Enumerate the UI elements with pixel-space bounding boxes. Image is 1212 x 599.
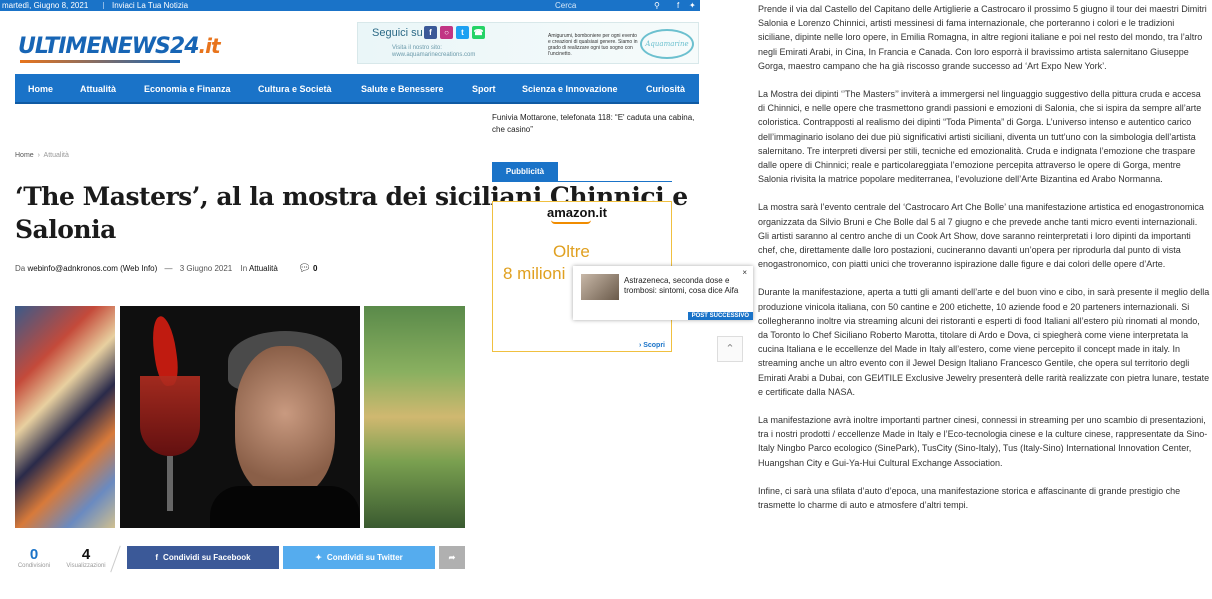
- share-arrow-icon: ➦: [448, 553, 456, 562]
- top-bar-divider: [103, 2, 104, 9]
- views-counter: 4 Visualizzazioni: [62, 546, 110, 569]
- meta-by-label: Da: [15, 264, 26, 273]
- next-post-thumbnail[interactable]: [581, 274, 619, 300]
- ad-section-divider: [492, 181, 672, 182]
- article-body: Prende il via dal Castello del Capitano …: [758, 2, 1210, 526]
- main-navigation: Home Attualità Economia e Finanza Cultur…: [15, 74, 699, 104]
- article-paragraph: Durante la manifestazione, aperta a tutt…: [758, 287, 1210, 397]
- category-link[interactable]: Attualità: [249, 264, 278, 273]
- amazon-scopri-link[interactable]: › Scopri: [639, 342, 665, 349]
- meta-dash: —: [164, 264, 173, 273]
- share-more-button[interactable]: ➦: [439, 546, 465, 569]
- article-paragraph: La manifestazione avrà inoltre important…: [758, 415, 1208, 468]
- twitter-icon[interactable]: t: [456, 26, 469, 39]
- breadcrumb-home[interactable]: Home: [15, 152, 34, 159]
- article-paragraph: La mostra sarà l’evento centrale del ‘Ca…: [758, 202, 1204, 270]
- wine-glass-shape: [140, 376, 200, 456]
- shares-counter: 0 Condivisioni: [15, 546, 53, 569]
- banner-visit-text: Visita il nostro sito: www.aquamarinecre…: [392, 45, 476, 58]
- amazon-smile-icon: [551, 220, 591, 224]
- amazon-logo: amazon.it: [547, 205, 607, 220]
- nav-item-scienza[interactable]: Scienza e Innovazione: [522, 74, 618, 104]
- scroll-to-top-button[interactable]: ⌃: [717, 336, 743, 362]
- painting-image-left[interactable]: [15, 306, 115, 528]
- breadcrumb: Home › Attualità: [15, 152, 69, 159]
- twitter-icon: ✦: [315, 553, 322, 562]
- logo-text-domain: .it: [198, 34, 221, 58]
- ad-section-label: Pubblicità: [492, 162, 558, 181]
- article-paragraph: Infine, ci sarà una sfilata d’auto d’epo…: [758, 485, 1181, 511]
- chevron-up-icon: ⌃: [725, 343, 735, 355]
- aquamarine-logo: Aquamarine: [640, 29, 694, 59]
- author-link[interactable]: webinfo@adnkronos.com (Web Info): [27, 264, 157, 273]
- twitter-icon[interactable]: ✦: [689, 0, 696, 11]
- logo-underline: [20, 60, 180, 63]
- sidebar-headline-link[interactable]: Funivia Mottarone, telefonata 118: “E' c…: [492, 112, 702, 136]
- amazon-oltre-text: Oltre: [553, 242, 590, 261]
- search-icon[interactable]: ⚲: [654, 0, 660, 11]
- facebook-icon: f: [155, 553, 159, 562]
- article-paragraph: Prende il via dal Castello del Capitano …: [758, 4, 1207, 71]
- share-facebook-button[interactable]: f Condividi su Facebook: [127, 546, 279, 569]
- site-logo[interactable]: ULTIMENEWS24.it: [18, 20, 221, 66]
- counter-divider: [110, 545, 121, 573]
- whatsapp-icon[interactable]: ☎: [472, 26, 485, 39]
- views-label: Visualizzazioni: [66, 563, 106, 569]
- nav-item-curiosita[interactable]: Curiosità: [646, 74, 685, 104]
- aquamarine-banner[interactable]: Seguici su f ○ t ☎ Visita il nostro sito…: [357, 22, 699, 64]
- logo-text-main: ULTIMENEWS: [18, 34, 171, 59]
- breadcrumb-separator: ›: [37, 152, 40, 159]
- artist-face: [235, 346, 335, 496]
- search-input[interactable]: Cerca: [555, 0, 576, 11]
- facebook-icon[interactable]: f: [677, 0, 679, 11]
- top-bar: martedì, Giugno 8, 2021 Inviaci La Tua N…: [0, 0, 700, 11]
- banner-follow-label: Seguici su: [372, 27, 423, 39]
- shares-count: 0: [29, 546, 39, 563]
- next-post-popup[interactable]: Astrazeneca, seconda dose e trombosi: si…: [573, 266, 753, 320]
- article-meta: Da webinfo@adnkronos.com (Web Info) — 3 …: [15, 263, 317, 274]
- comment-count[interactable]: 0: [313, 264, 317, 273]
- next-post-title[interactable]: Astrazeneca, seconda dose e trombosi: si…: [624, 276, 744, 296]
- breadcrumb-current[interactable]: Attualità: [44, 152, 69, 159]
- shares-label: Condivisioni: [17, 563, 51, 569]
- facebook-icon[interactable]: f: [424, 26, 437, 39]
- share-twitter-button[interactable]: ✦ Condividi su Twitter: [283, 546, 435, 569]
- nav-item-home[interactable]: Home: [28, 74, 53, 104]
- logo-text-24: 24: [169, 34, 200, 59]
- nav-item-attualita[interactable]: Attualità: [80, 74, 116, 104]
- share-facebook-label: Condividi su Facebook: [163, 553, 251, 562]
- comment-icon[interactable]: 💬︎: [298, 263, 311, 274]
- instagram-icon[interactable]: ○: [440, 26, 453, 39]
- artist-photo[interactable]: [120, 306, 360, 528]
- meta-in-label: In: [240, 264, 248, 273]
- send-news-link[interactable]: Inviaci La Tua Notizia: [112, 0, 188, 11]
- amazon-milioni-text: 8 milioni: [503, 264, 566, 283]
- banner-amigurumi-text: Amigurumi, bomboniere per ogni evento e …: [548, 33, 638, 57]
- publish-date[interactable]: 3 Giugno 2021: [180, 264, 233, 273]
- nav-item-salute[interactable]: Salute e Benessere: [361, 74, 444, 104]
- wine-glass-stem: [167, 456, 173, 511]
- close-icon[interactable]: ×: [742, 268, 747, 277]
- painting-image-right[interactable]: [364, 306, 465, 528]
- article-paragraph: La Mostra dei dipinti ‘’The Masters’’ in…: [758, 89, 1202, 185]
- next-post-tag: POST SUCCESSIVO: [687, 312, 753, 320]
- nav-item-sport[interactable]: Sport: [472, 74, 496, 104]
- nav-item-economia[interactable]: Economia e Finanza: [144, 74, 231, 104]
- nav-item-cultura[interactable]: Cultura e Società: [258, 74, 332, 104]
- share-twitter-label: Condividi su Twitter: [326, 553, 403, 562]
- current-date: martedì, Giugno 8, 2021: [2, 1, 89, 10]
- artist-shirt: [210, 486, 360, 528]
- views-count: 4: [81, 546, 91, 563]
